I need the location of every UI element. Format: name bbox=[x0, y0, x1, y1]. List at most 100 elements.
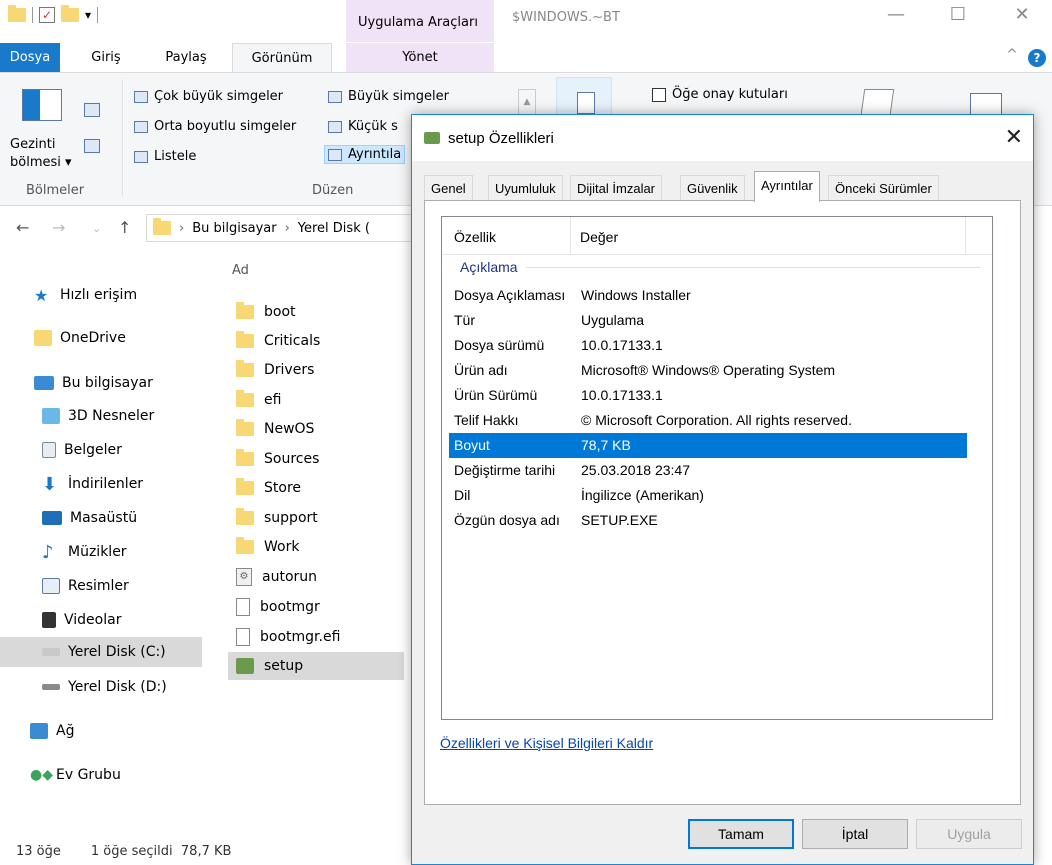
list-item[interactable]: bootmgr bbox=[228, 593, 404, 621]
cube-icon bbox=[42, 408, 60, 424]
property-row[interactable]: Ürün Sürümü 10.0.17133.1 bbox=[449, 383, 967, 408]
tab-share[interactable]: Paylaş bbox=[158, 43, 214, 73]
tab-digital-signatures[interactable]: Dijital İmzalar bbox=[570, 175, 663, 201]
maximize-button[interactable]: ☐ bbox=[940, 4, 976, 25]
list-item[interactable]: boot bbox=[228, 298, 404, 326]
settings-file-icon: ⚙ bbox=[236, 568, 252, 586]
ribbon-tabs: Dosya Giriş Paylaş Görünüm Yönet ^ ? bbox=[0, 43, 1052, 73]
nav-network[interactable]: Ağ bbox=[0, 716, 202, 746]
nav-onedrive[interactable]: OneDrive bbox=[0, 323, 202, 353]
close-button[interactable]: ✕ bbox=[1004, 4, 1040, 25]
property-row[interactable]: Dosya Açıklaması Windows Installer bbox=[449, 283, 967, 308]
nav-quick-access[interactable]: ★ Hızlı erişim bbox=[0, 280, 202, 310]
homegroup-icon: ●◆ bbox=[30, 767, 53, 783]
nav-homegroup[interactable]: ●◆ Ev Grubu bbox=[0, 760, 202, 790]
nav-videos[interactable]: Videolar bbox=[0, 605, 202, 635]
nav-desktop[interactable]: Masaüstü bbox=[0, 503, 202, 533]
list-item[interactable]: bootmgr.efi bbox=[228, 623, 404, 651]
ok-button[interactable]: Tamam bbox=[688, 819, 794, 849]
tab-home[interactable]: Giriş bbox=[82, 43, 130, 73]
recent-locations-icon[interactable]: ⌄ bbox=[92, 222, 101, 235]
nav-local-disk-d[interactable]: Yerel Disk (D:) bbox=[0, 672, 202, 702]
new-folder-icon[interactable] bbox=[61, 5, 79, 22]
drive-icon bbox=[42, 648, 60, 656]
preview-pane-icon[interactable] bbox=[84, 103, 100, 117]
window-title: $WINDOWS.~BT bbox=[512, 10, 620, 25]
customize-qat-icon[interactable]: ▾ bbox=[85, 8, 91, 22]
nav-music[interactable]: ♪ Müzikler bbox=[0, 537, 202, 567]
setup-icon bbox=[424, 132, 440, 144]
navigation-pane-button[interactable]: Gezinti bölmesi ▾ bbox=[8, 79, 78, 179]
desktop-icon bbox=[42, 511, 62, 525]
property-row[interactable]: Ürün adı Microsoft® Windows® Operating Sy… bbox=[449, 358, 967, 383]
selection-info: 1 öğe seçildi 78,7 KB bbox=[90, 844, 232, 859]
layout-large-icons[interactable]: Büyük simgeler bbox=[328, 89, 449, 104]
cancel-button[interactable]: İptal bbox=[802, 819, 908, 849]
layout-extra-large-icons[interactable]: Çok büyük simgeler bbox=[134, 89, 283, 104]
property-row[interactable]: Dosya sürümü 10.0.17133.1 bbox=[449, 333, 967, 358]
list-item[interactable]: support bbox=[228, 504, 404, 532]
tab-view[interactable]: Görünüm bbox=[232, 43, 332, 73]
tab-manage[interactable]: Yönet bbox=[346, 43, 494, 73]
remove-properties-link[interactable]: Özellikleri ve Kişisel Bilgileri Kaldır bbox=[440, 735, 653, 751]
layout-list[interactable]: Listele bbox=[134, 149, 196, 164]
layout-details[interactable]: Ayrıntıla bbox=[324, 145, 406, 164]
column-header-name[interactable]: Ad bbox=[232, 263, 249, 278]
nav-3d-objects[interactable]: 3D Nesneler bbox=[0, 401, 202, 431]
list-item[interactable]: ⚙ autorun bbox=[228, 563, 404, 591]
dialog-close-button[interactable]: ✕ bbox=[1005, 124, 1023, 150]
property-row-selected[interactable]: Boyut 78,7 KB bbox=[449, 433, 967, 458]
nav-pictures[interactable]: Resimler bbox=[0, 571, 202, 601]
tab-file[interactable]: Dosya bbox=[0, 43, 60, 73]
details-panel: Özellik Değer Açıklama Dosya Açıklaması W… bbox=[424, 200, 1021, 805]
list-item[interactable]: Store bbox=[228, 474, 404, 502]
tab-details[interactable]: Ayrıntılar bbox=[754, 171, 820, 202]
large-icons-icon bbox=[328, 90, 342, 103]
layout-small-icons[interactable]: Küçük s bbox=[328, 119, 398, 134]
nav-local-disk-c[interactable]: Yerel Disk (C:) bbox=[0, 637, 202, 667]
nav-documents[interactable]: Belgeler bbox=[0, 435, 202, 465]
column-header-value[interactable]: Değer bbox=[580, 229, 618, 245]
column-header-property[interactable]: Özellik bbox=[454, 229, 496, 245]
item-count: 13 öğe bbox=[16, 844, 61, 859]
layout-medium-icons[interactable]: Orta boyutlu simgeler bbox=[134, 119, 296, 134]
extra-large-icons-icon bbox=[134, 90, 148, 103]
forward-arrow-icon[interactable]: → bbox=[52, 218, 65, 237]
help-icon[interactable]: ? bbox=[1028, 49, 1046, 67]
list-item[interactable]: Criticals bbox=[228, 327, 404, 355]
breadcrumb-this-pc[interactable]: Bu bilgisayar bbox=[192, 221, 276, 236]
list-item[interactable]: NewOS bbox=[228, 415, 404, 443]
property-row[interactable]: Tür Uygulama bbox=[449, 308, 967, 333]
properties-icon[interactable]: ✓ bbox=[39, 7, 55, 23]
up-arrow-icon[interactable]: ↑ bbox=[118, 218, 131, 237]
property-row[interactable]: Değiştirme tarihi 25.03.2018 23:47 bbox=[449, 458, 967, 483]
sort-by-icon bbox=[577, 92, 595, 114]
tab-compatibility[interactable]: Uyumluluk bbox=[488, 175, 563, 201]
list-item[interactable]: Work bbox=[228, 533, 404, 561]
nav-downloads[interactable]: ⬇ İndirilenler bbox=[0, 469, 202, 499]
back-arrow-icon[interactable]: ← bbox=[16, 218, 29, 237]
list-item[interactable]: efi bbox=[228, 386, 404, 414]
list-item-selected[interactable]: setup bbox=[228, 652, 404, 680]
details-icon bbox=[328, 148, 342, 161]
breadcrumb-local-disk[interactable]: Yerel Disk ( bbox=[298, 221, 370, 236]
network-icon bbox=[30, 723, 48, 739]
nav-this-pc[interactable]: Bu bilgisayar bbox=[0, 368, 202, 398]
details-pane-icon[interactable] bbox=[84, 139, 100, 153]
layout-scroll-up-icon[interactable]: ▲ bbox=[518, 89, 536, 115]
ribbon-collapse-icon[interactable]: ^ bbox=[994, 47, 1030, 63]
apply-button[interactable]: Uygula bbox=[916, 819, 1022, 849]
property-row[interactable]: Dil İngilizce (Amerikan) bbox=[449, 483, 967, 508]
address-box[interactable]: › Bu bilgisayar › Yerel Disk ( bbox=[146, 214, 416, 242]
property-list[interactable]: Özellik Değer Açıklama Dosya Açıklaması W… bbox=[441, 216, 993, 720]
property-row[interactable]: Telif Hakkı © Microsoft Corporation. All … bbox=[449, 408, 967, 433]
tab-security[interactable]: Güvenlik bbox=[680, 175, 745, 201]
property-row[interactable]: Özgün dosya adı SETUP.EXE bbox=[449, 508, 967, 533]
tab-previous-versions[interactable]: Önceki Sürümler bbox=[828, 175, 939, 201]
minimize-button[interactable]: — bbox=[878, 4, 914, 25]
item-checkboxes-toggle[interactable]: Öğe onay kutuları bbox=[652, 87, 788, 102]
document-icon bbox=[42, 442, 56, 458]
list-item[interactable]: Drivers bbox=[228, 356, 404, 384]
list-item[interactable]: Sources bbox=[228, 445, 404, 473]
tab-general[interactable]: Genel bbox=[424, 175, 473, 201]
